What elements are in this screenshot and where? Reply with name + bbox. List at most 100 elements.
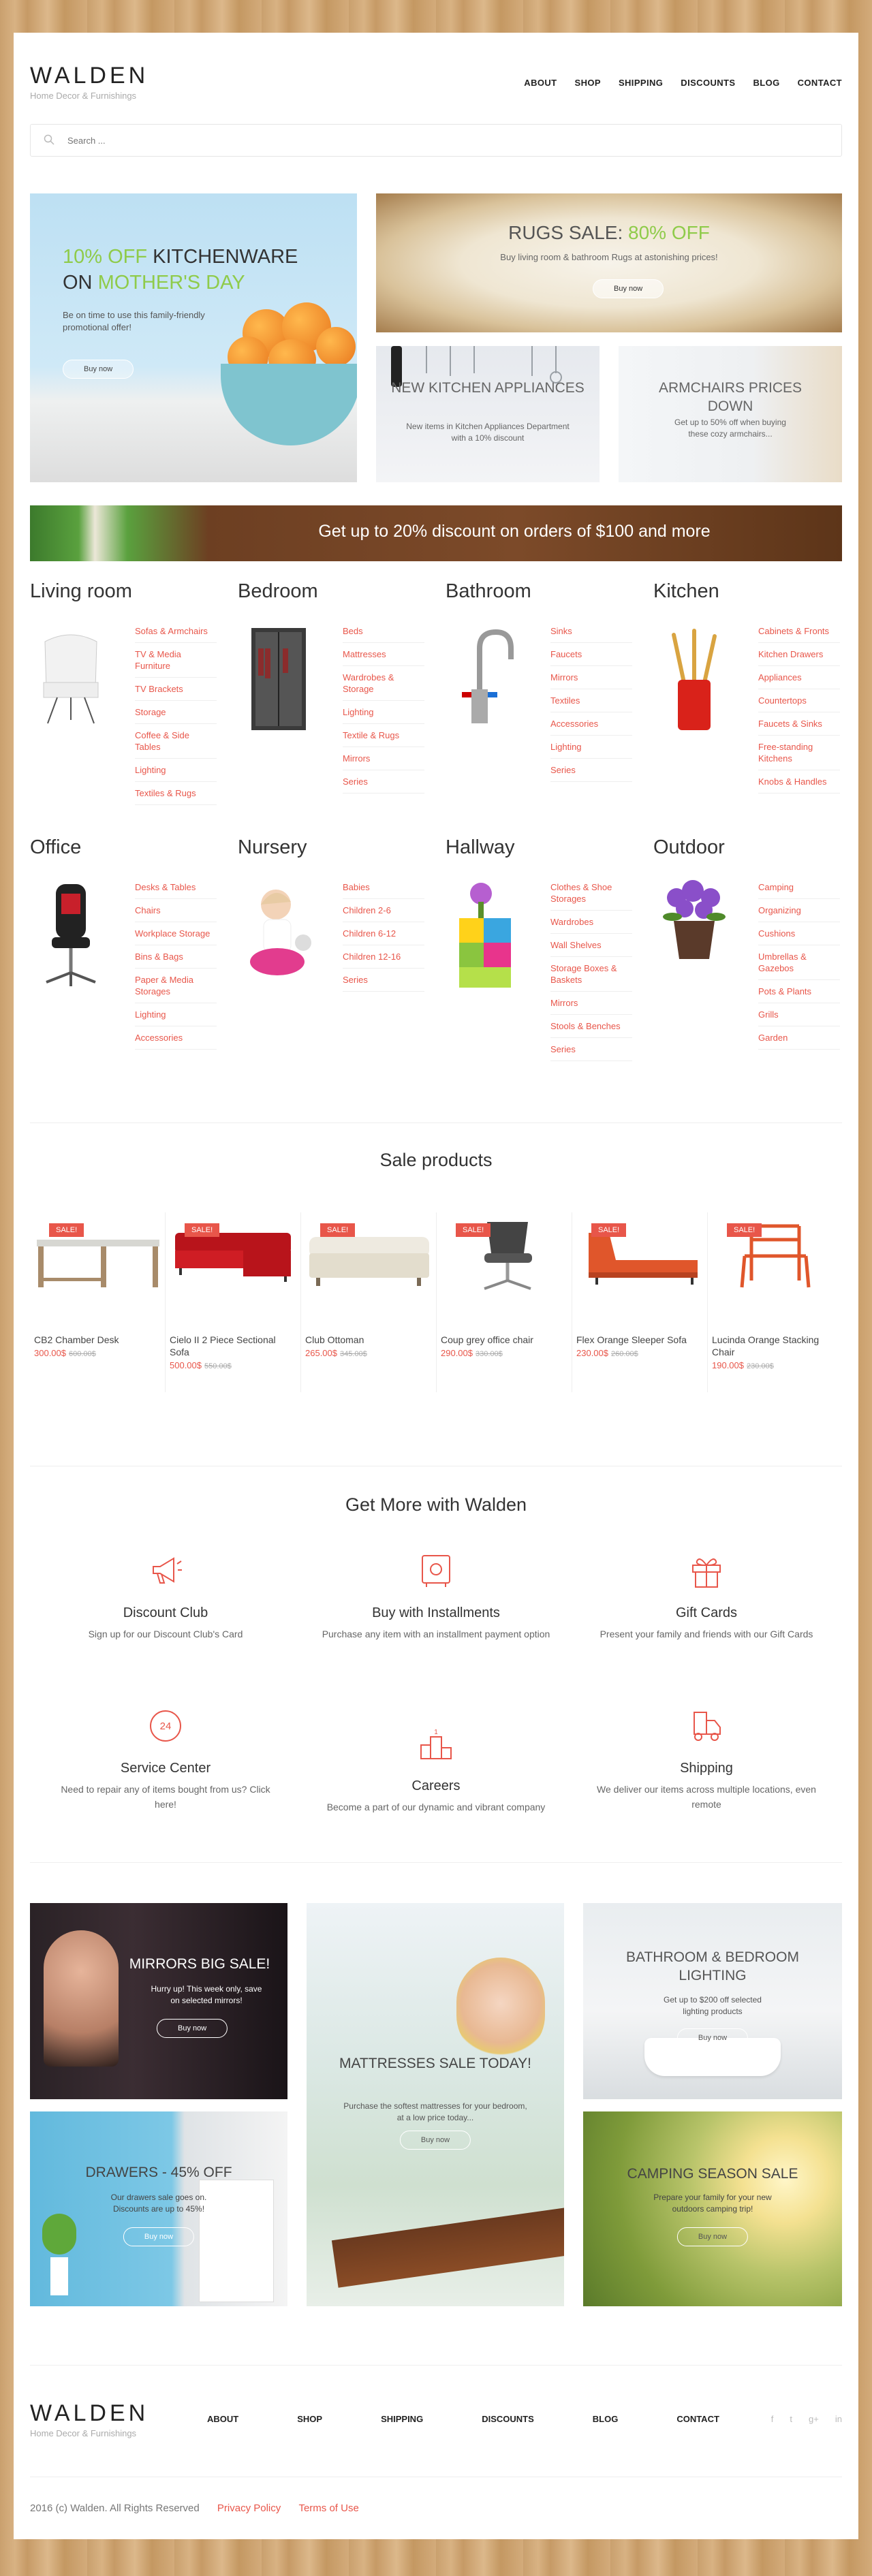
category-link[interactable]: Cabinets & Fronts [758, 620, 840, 643]
category-link[interactable]: Faucets & Sinks [758, 712, 840, 736]
category-title[interactable]: Office [30, 836, 228, 859]
product-card[interactable]: SALE! Coup grey office chair 290.00$ 330.0… [437, 1212, 572, 1392]
promo-drawers[interactable]: DRAWERS - 45% OFF Our drawers sale goes … [30, 2111, 287, 2306]
category-link[interactable]: Textiles [550, 689, 632, 712]
category-link[interactable]: Mirrors [550, 666, 632, 689]
buy-now-button[interactable]: Buy now [676, 2028, 749, 2047]
product-card[interactable]: SALE! Lucinda Orange Stacking Chair 190.0… [708, 1212, 843, 1392]
nav-shipping[interactable]: SHIPPING [619, 78, 663, 88]
category-link[interactable]: Sofas & Armchairs [135, 620, 217, 643]
category-link[interactable]: Lighting [135, 759, 217, 782]
service-careers[interactable]: 1 Careers Become a part of our dynamic a… [300, 1725, 572, 1815]
product-name[interactable]: Coup grey office chair [441, 1334, 567, 1346]
service-center[interactable]: 24 Service Center Need to repair any of … [30, 1707, 301, 1812]
category-link[interactable]: Garden [758, 1026, 840, 1050]
banner-discount[interactable]: Get up to 20% discount on orders of $100… [30, 505, 842, 561]
buy-now-button[interactable]: Buy now [63, 360, 134, 379]
category-link[interactable]: Accessories [550, 712, 632, 736]
category-title[interactable]: Outdoor [653, 836, 851, 859]
banner-armchairs[interactable]: ARMCHAIRS PRICES DOWN Get up to 50% off … [619, 346, 842, 482]
category-link[interactable]: Lighting [343, 701, 424, 724]
category-link[interactable]: Children 2-6 [343, 899, 424, 922]
category-link[interactable]: Workplace Storage [135, 922, 217, 945]
category-link[interactable]: Lighting [135, 1003, 217, 1026]
nav-about[interactable]: ABOUT [524, 78, 557, 88]
category-link[interactable]: Textile & Rugs [343, 724, 424, 747]
buy-now-button[interactable]: Buy now [399, 2131, 471, 2150]
category-link[interactable]: Organizing [758, 899, 840, 922]
category-link[interactable]: Grills [758, 1003, 840, 1026]
logo[interactable]: WALDEN Home Decor & Furnishings [30, 63, 149, 101]
search-input[interactable] [30, 124, 842, 157]
linkedin-icon[interactable]: in [835, 2414, 842, 2424]
category-link[interactable]: Pots & Plants [758, 980, 840, 1003]
category-link[interactable]: Mattresses [343, 643, 424, 666]
banner-rugs[interactable]: RUGS SALE: 80% OFF Buy living room & bat… [376, 193, 842, 332]
category-link[interactable]: Knobs & Handles [758, 770, 840, 794]
category-link[interactable]: Paper & Media Storages [135, 969, 217, 1003]
category-link[interactable]: Storage [135, 701, 217, 724]
category-link[interactable]: Appliances [758, 666, 840, 689]
service-installments[interactable]: Buy with Installments Purchase any item … [300, 1552, 572, 1642]
category-link[interactable]: Free-standing Kitchens [758, 736, 840, 770]
banner-appliances[interactable]: NEW KITCHEN APPLIANCES New items in Kitc… [376, 346, 600, 482]
category-link[interactable]: Series [343, 770, 424, 794]
category-title[interactable]: Kitchen [653, 580, 851, 603]
category-title[interactable]: Hallway [446, 836, 643, 859]
category-link[interactable]: Beds [343, 620, 424, 643]
footer-nav-about[interactable]: ABOUT [207, 2414, 238, 2424]
category-link[interactable]: Coffee & Side Tables [135, 724, 217, 759]
terms-link[interactable]: Terms of Use [298, 2502, 358, 2514]
category-link[interactable]: Desks & Tables [135, 876, 217, 899]
category-link[interactable]: Series [343, 969, 424, 992]
nav-blog[interactable]: BLOG [753, 78, 779, 88]
product-name[interactable]: Club Ottoman [305, 1334, 432, 1346]
category-link[interactable]: Camping [758, 876, 840, 899]
category-link[interactable]: Children 12-16 [343, 945, 424, 969]
category-link[interactable]: Wardrobes [550, 911, 632, 934]
twitter-icon[interactable]: t [790, 2414, 792, 2424]
category-link[interactable]: Kitchen Drawers [758, 643, 840, 666]
service-gift-cards[interactable]: Gift Cards Present your family and frien… [571, 1552, 842, 1642]
product-name[interactable]: Cielo II 2 Piece Sectional Sofa [170, 1334, 296, 1358]
nav-discounts[interactable]: DISCOUNTS [681, 78, 735, 88]
nav-contact[interactable]: CONTACT [798, 78, 842, 88]
category-link[interactable]: Sinks [550, 620, 632, 643]
promo-camping[interactable]: CAMPING SEASON SALE Prepare your family … [583, 2111, 842, 2306]
category-link[interactable]: Cushions [758, 922, 840, 945]
privacy-policy-link[interactable]: Privacy Policy [217, 2502, 281, 2514]
category-link[interactable]: Children 6-12 [343, 922, 424, 945]
product-card[interactable]: SALE! Flex Orange Sleeper Sofa 230.00$ 260… [572, 1212, 708, 1392]
category-link[interactable]: Storage Boxes & Baskets [550, 957, 632, 992]
category-link[interactable]: Series [550, 1038, 632, 1061]
product-card[interactable]: SALE! Cielo II 2 Piece Sectional Sofa 500… [166, 1212, 301, 1392]
buy-now-button[interactable]: Buy now [123, 2227, 195, 2246]
category-link[interactable]: Wardrobes & Storage [343, 666, 424, 701]
buy-now-button[interactable]: Buy now [157, 2019, 228, 2038]
category-link[interactable]: Series [550, 759, 632, 782]
product-card[interactable]: SALE! CB2 Chamber Desk 300.00$ 600.00$ [30, 1212, 166, 1392]
search-icon[interactable] [44, 134, 54, 145]
category-link[interactable]: Stools & Benches [550, 1015, 632, 1038]
category-link[interactable]: Mirrors [343, 747, 424, 770]
google-plus-icon[interactable]: g+ [809, 2414, 819, 2424]
category-link[interactable]: Bins & Bags [135, 945, 217, 969]
category-link[interactable]: Mirrors [550, 992, 632, 1015]
promo-mattresses[interactable]: MATTRESSES SALE TODAY! Purchase the soft… [307, 1903, 564, 2306]
category-title[interactable]: Bedroom [238, 580, 435, 603]
product-card[interactable]: SALE! Club Ottoman 265.00$ 345.00$ [301, 1212, 437, 1392]
category-link[interactable]: Lighting [550, 736, 632, 759]
category-link[interactable]: Countertops [758, 689, 840, 712]
category-title[interactable]: Living room [30, 580, 228, 603]
category-link[interactable]: Faucets [550, 643, 632, 666]
footer-logo[interactable]: WALDEN Home Decor & Furnishings [30, 2400, 149, 2438]
category-title[interactable]: Bathroom [446, 580, 643, 603]
category-link[interactable]: Clothes & Shoe Storages [550, 876, 632, 911]
nav-shop[interactable]: SHOP [575, 78, 601, 88]
footer-nav-discounts[interactable]: DISCOUNTS [482, 2414, 534, 2424]
footer-nav-shop[interactable]: SHOP [297, 2414, 322, 2424]
category-link[interactable]: Chairs [135, 899, 217, 922]
product-name[interactable]: CB2 Chamber Desk [34, 1334, 161, 1346]
category-link[interactable]: Wall Shelves [550, 934, 632, 957]
promo-lighting[interactable]: BATHROOM & BEDROOM LIGHTING Get up to $2… [583, 1903, 842, 2099]
